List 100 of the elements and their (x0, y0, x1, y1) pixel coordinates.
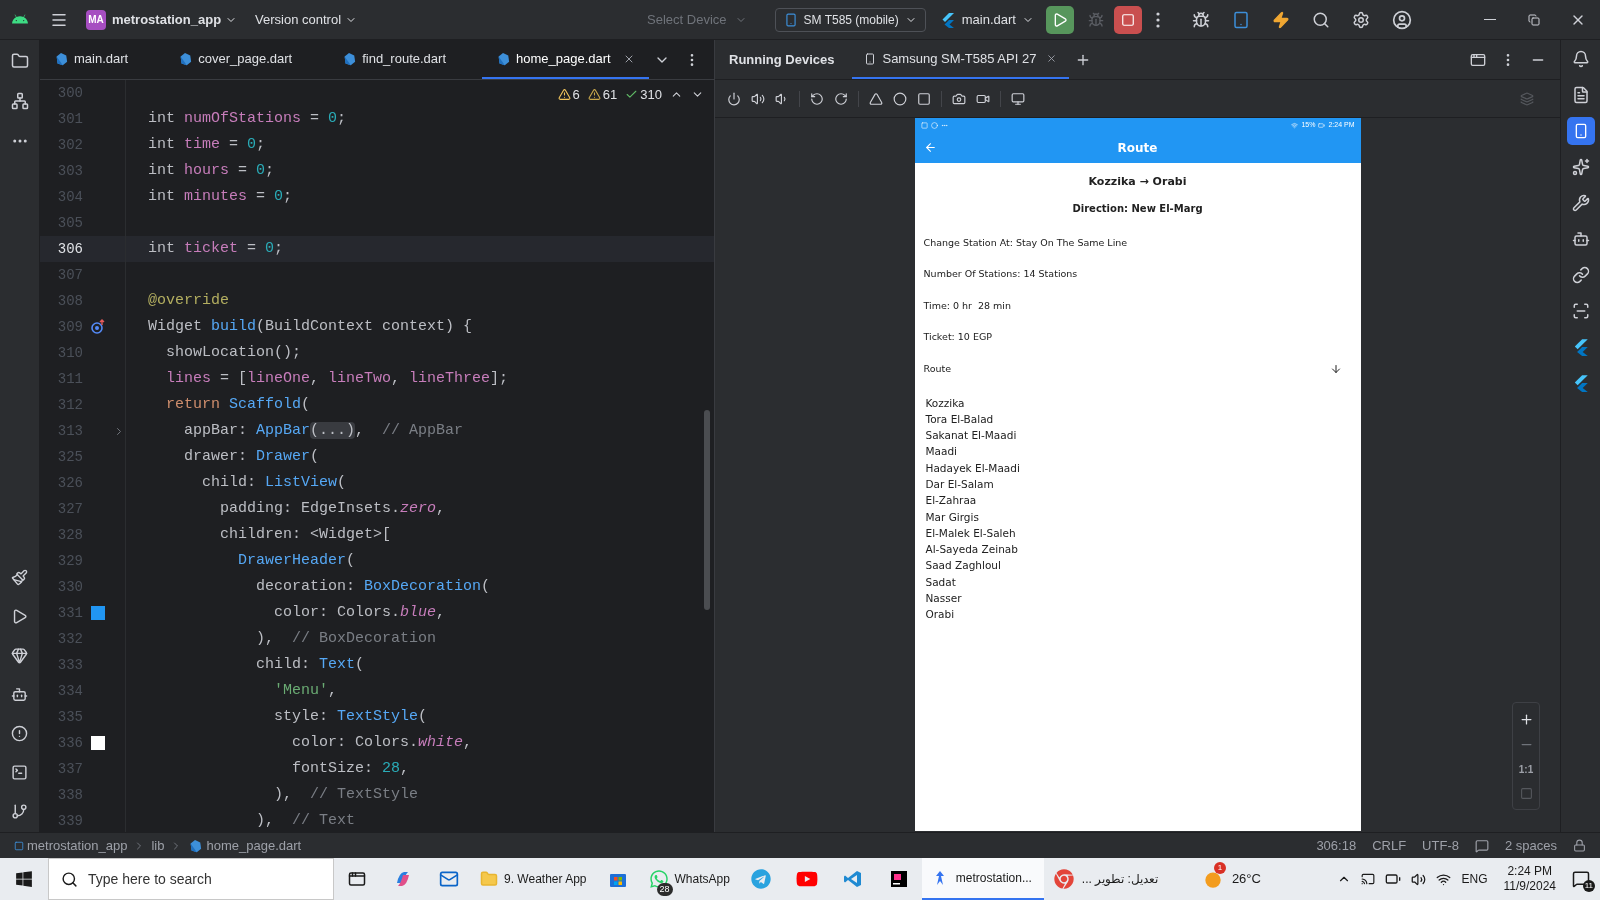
temperature[interactable]: 26°C (1231, 869, 1261, 889)
station-name: Al-Sayeda Zeinab (925, 542, 1018, 558)
search-icon[interactable] (1311, 10, 1330, 29)
paintbrush-icon[interactable] (11, 569, 28, 586)
arrow-down-icon[interactable] (1329, 362, 1342, 375)
sparkle-icon[interactable] (1571, 158, 1590, 176)
editor-tab[interactable]: main.dart (40, 40, 165, 79)
layout-icon[interactable] (1470, 51, 1486, 68)
bug-icon[interactable] (1191, 10, 1210, 29)
camera-icon[interactable] (952, 91, 966, 106)
close-icon[interactable] (1046, 53, 1058, 64)
device-tab[interactable]: Samsung SM-T585 API 27 (852, 40, 1070, 79)
link-icon[interactable] (1571, 266, 1590, 284)
unread-badge: 28 (656, 882, 673, 896)
screen-icon[interactable] (1011, 91, 1025, 106)
back-icon[interactable] (869, 91, 883, 106)
taskbar-app[interactable]: metrostation... (921, 858, 1044, 900)
taskbar-app[interactable]: تعديل: تطوير ... (1043, 858, 1168, 900)
direction-text: Direction: New El-Marg (1072, 201, 1203, 216)
structure-icon[interactable] (10, 92, 29, 110)
code-line: @override (148, 290, 229, 311)
station-name: Orabi (925, 607, 955, 623)
home-icon[interactable] (893, 91, 907, 106)
wifi-icon (1291, 121, 1299, 129)
actual-size-button[interactable]: 1:1 (1518, 762, 1534, 777)
vertical-scrollbar[interactable] (704, 410, 710, 610)
device-dropdown[interactable]: SM T585 (mobile) (774, 7, 926, 32)
cast-icon[interactable] (1361, 872, 1376, 886)
code-line: int ticket = 0; (148, 238, 284, 259)
warning-count[interactable]: 61 (587, 85, 618, 105)
robot-icon[interactable] (1571, 230, 1590, 248)
panel-title: Running Devices (729, 50, 835, 69)
station-name: Kozzika (925, 395, 965, 411)
back-arrow-icon[interactable] (923, 141, 937, 154)
clock-date[interactable]: 11/9/2024 (1503, 879, 1556, 894)
editor-tab[interactable]: find_route.dart (328, 40, 482, 79)
breadcrumb-item[interactable]: home_page.dart (206, 835, 302, 856)
rotate-left-icon[interactable] (810, 91, 824, 106)
notification-count: 11 (1582, 880, 1595, 892)
git-branch-icon[interactable] (11, 803, 28, 820)
folder-icon[interactable] (10, 52, 29, 70)
caret-position[interactable]: 306:18 (1316, 835, 1357, 856)
taskbar-app[interactable]: WhatsApp 28 (640, 858, 738, 900)
route-label[interactable]: Route (923, 361, 952, 376)
account-icon[interactable] (1391, 9, 1412, 30)
lock-icon[interactable] (1573, 839, 1586, 852)
module-icon (14, 840, 24, 851)
device-manager-icon[interactable] (1231, 10, 1250, 29)
breadcrumb-item[interactable]: lib (151, 835, 165, 856)
breadcrumb-item[interactable]: metrostation_app (27, 835, 128, 856)
zoom-in-icon[interactable] (1518, 712, 1534, 727)
rotate-right-icon[interactable] (834, 91, 848, 106)
color-swatch[interactable] (91, 736, 105, 750)
hot-reload-icon[interactable] (1271, 10, 1290, 29)
detail-text: Change Station At: Stay On The Same Line (923, 235, 1128, 250)
typo-count[interactable]: 310 (625, 85, 662, 105)
code-line: Widget build(BuildContext context) { (148, 316, 473, 337)
line-separator[interactable]: CRLF (1372, 835, 1407, 856)
robot-icon[interactable] (11, 686, 28, 703)
color-swatch[interactable] (91, 606, 105, 620)
gem-icon[interactable] (11, 647, 28, 664)
restore-icon (1528, 13, 1540, 26)
run-button[interactable] (1045, 5, 1074, 34)
problems-icon[interactable] (11, 725, 28, 742)
terminal-icon[interactable] (11, 764, 28, 781)
scan-icon[interactable] (1571, 302, 1590, 320)
search-field[interactable]: Type here to search (48, 858, 334, 900)
battery-icon[interactable] (1385, 871, 1402, 887)
wrench-icon[interactable] (1571, 194, 1590, 212)
power-icon[interactable] (727, 91, 741, 106)
input-language[interactable]: ENG (1461, 870, 1488, 888)
override-icon[interactable] (90, 319, 106, 335)
code-line: 'Menu', (274, 680, 338, 701)
volume-icon[interactable] (1411, 871, 1427, 887)
file-encoding[interactable]: UTF-8 (1422, 835, 1459, 856)
code-line: DrawerHeader( (238, 550, 356, 571)
project-dropdown[interactable]: metrostation_app (112, 9, 238, 30)
editor-tab[interactable]: cover_page.dart (164, 40, 329, 79)
run-icon[interactable] (11, 608, 28, 625)
running-devices-button[interactable] (1566, 117, 1595, 145)
comment-icon[interactable] (1474, 838, 1489, 853)
version-control-dropdown[interactable]: Version control (255, 9, 358, 30)
volume-up-icon[interactable] (751, 91, 765, 106)
overview-icon[interactable] (917, 91, 931, 106)
station-name: Nasser (925, 591, 962, 607)
editor-tab[interactable]: home_page.dart (482, 40, 649, 79)
taskbar-app[interactable]: 9. Weather App (472, 858, 595, 900)
network-icon[interactable] (1436, 871, 1452, 887)
run-config-dropdown[interactable]: main.dart (939, 9, 1034, 30)
error-count[interactable]: 6 (557, 85, 580, 105)
notifications-icon[interactable] (1571, 50, 1590, 68)
stop-button[interactable] (1113, 5, 1142, 34)
clock-time[interactable]: 2:24 PM (1507, 864, 1553, 879)
stop-icon (1120, 12, 1135, 27)
settings-icon[interactable] (1351, 10, 1370, 29)
phone-icon (783, 12, 798, 27)
app-bar-title: Route (1117, 139, 1158, 157)
indent-setting[interactable]: 2 spaces (1504, 835, 1557, 856)
code-line: int hours = 0; (148, 160, 275, 181)
file-icon[interactable] (1571, 86, 1590, 104)
